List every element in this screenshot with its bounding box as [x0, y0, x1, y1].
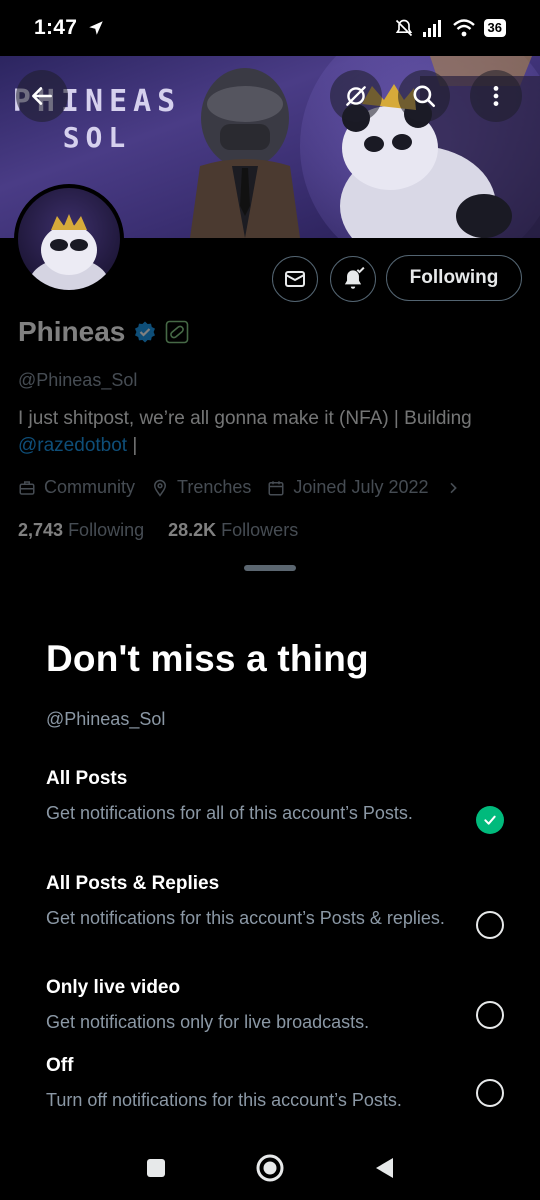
sheet-handle: @Phineas_Sol [46, 709, 166, 729]
panda-avatar-art [29, 214, 109, 290]
bio-text: I just shitpost, we’re all gonna make it… [18, 408, 472, 429]
grok-button[interactable] [330, 70, 382, 122]
joined-label: Joined July 2022 [293, 477, 429, 497]
wifi-icon [452, 19, 475, 37]
followers-stat[interactable]: 28.2K Followers [168, 520, 298, 541]
briefcase-icon [19, 480, 35, 495]
avatar[interactable] [14, 184, 124, 294]
affiliate-pill-icon [166, 320, 189, 344]
option-only-live-video[interactable]: Only live video Get notifications only f… [46, 977, 506, 1035]
signal-icon [422, 20, 441, 37]
notifications-off-icon [395, 19, 412, 37]
profile-bio: I just shitpost, we’re all gonna make it… [18, 405, 528, 459]
option-title: All Posts & Replies [46, 873, 220, 894]
status-time: 1:47 [34, 16, 78, 39]
meta-location: Trenches [151, 477, 251, 498]
home-circle-icon[interactable] [255, 1153, 285, 1183]
radio-unselected[interactable] [476, 911, 504, 939]
meta-joined: Joined July 2022 [267, 477, 429, 498]
following-count: 2,743 [18, 520, 64, 540]
option-title: Off [46, 1055, 74, 1076]
message-button[interactable] [272, 256, 318, 302]
back-button[interactable] [16, 70, 68, 122]
system-nav-bar [0, 1136, 540, 1200]
check-icon [484, 815, 496, 825]
notification-settings-sheet: Don't miss a thing @Phineas_Sol All Post… [0, 545, 540, 1200]
meta-community: Community [18, 477, 135, 498]
radio-selected[interactable] [476, 806, 504, 834]
radio-unselected[interactable] [476, 1079, 504, 1107]
more-vertical-icon [493, 86, 499, 106]
following-label: Following [68, 520, 145, 540]
followers-count: 28.2K [168, 520, 217, 540]
search-button[interactable] [398, 70, 450, 122]
option-title: All Posts [46, 768, 128, 789]
option-description: Turn off notifications for this account’… [46, 1090, 402, 1110]
back-triangle-icon[interactable] [373, 1156, 395, 1180]
following-button[interactable]: Following [386, 255, 522, 301]
arrow-left-icon [32, 87, 52, 105]
option-description: Get notifications only for live broadcas… [46, 1012, 370, 1032]
notifications-button[interactable] [330, 256, 376, 302]
profile-info: Phineas @Phineas_Sol I just shitpost, we… [18, 316, 528, 541]
verified-badge-icon [135, 321, 156, 343]
sheet-drag-handle[interactable] [244, 565, 296, 571]
sheet-title: Don't miss a thing [46, 638, 369, 679]
grok-icon [346, 86, 366, 106]
option-description: Get notifications for all of this accoun… [46, 803, 413, 823]
chevron-right-icon[interactable] [445, 480, 461, 496]
search-icon [413, 85, 436, 108]
bio-suffix: | [127, 435, 138, 456]
option-all-posts-replies[interactable]: All Posts & Replies Get notifications fo… [46, 873, 506, 939]
profile-handle: @Phineas_Sol [18, 370, 138, 390]
battery-indicator: 36 [483, 19, 506, 37]
envelope-icon [285, 271, 305, 287]
location-arrow-icon [89, 21, 103, 35]
option-all-posts[interactable]: All Posts Get notifications for all of t… [46, 768, 506, 834]
location-pin-icon [154, 479, 167, 497]
bio-link[interactable]: @razedotbot [18, 435, 127, 456]
community-label: Community [44, 477, 136, 497]
location-label: Trenches [177, 477, 252, 497]
display-name: Phineas [18, 316, 126, 347]
banner-gorilla-art [190, 68, 300, 238]
option-off[interactable]: Off Turn off notifications for this acco… [46, 1055, 506, 1113]
status-bar: 1:47 36 [0, 0, 540, 56]
more-options-button[interactable] [470, 70, 522, 122]
calendar-icon [268, 480, 284, 495]
followers-label: Followers [221, 520, 299, 540]
option-description: Get notifications for this account’s Pos… [46, 908, 445, 928]
bell-check-icon [344, 266, 365, 289]
recents-square-icon[interactable] [145, 1157, 167, 1179]
radio-unselected[interactable] [476, 1001, 504, 1029]
option-title: Only live video [46, 977, 181, 998]
banner-logo-line2: SOL [62, 121, 132, 154]
following-stat[interactable]: 2,743 Following [18, 520, 144, 541]
